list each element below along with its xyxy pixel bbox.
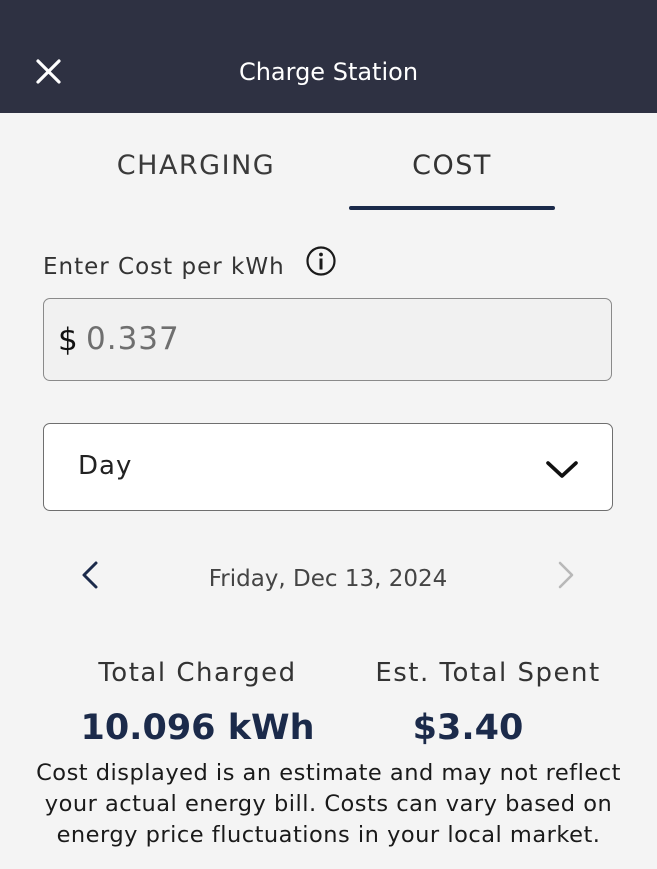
previous-date-button[interactable] xyxy=(76,555,106,595)
tab-cost[interactable]: COST xyxy=(350,146,554,186)
period-dropdown[interactable]: Day xyxy=(43,423,613,511)
cost-disclaimer: Cost displayed is an estimate and may no… xyxy=(20,758,637,851)
chevron-right-icon xyxy=(558,561,574,589)
disclaimer-line-2: your actual energy bill. Costs can vary … xyxy=(44,791,613,817)
currency-symbol: $ xyxy=(58,322,78,358)
period-selected-value: Day xyxy=(78,451,133,481)
active-tab-indicator xyxy=(349,206,555,210)
cost-per-kwh-field[interactable]: $ xyxy=(43,298,612,381)
total-charged-label: Total Charged xyxy=(98,658,297,688)
chevron-down-icon xyxy=(546,461,578,478)
disclaimer-line-1: Cost displayed is an estimate and may no… xyxy=(36,760,621,786)
app-header: Charge Station xyxy=(0,0,657,113)
chevron-left-icon xyxy=(82,561,98,589)
cost-per-kwh-label: Enter Cost per kWh xyxy=(43,254,285,280)
page-title: Charge Station xyxy=(238,58,419,86)
selected-date: Friday, Dec 13, 2024 xyxy=(208,566,448,592)
info-icon[interactable] xyxy=(305,245,337,277)
cost-per-kwh-input[interactable] xyxy=(86,317,486,361)
disclaimer-line-3: energy price fluctuations in your local … xyxy=(56,822,601,848)
next-date-button[interactable] xyxy=(550,555,580,595)
tab-charging[interactable]: CHARGING xyxy=(96,146,296,186)
est-total-spent-value: $3.40 xyxy=(412,708,524,748)
total-charged-value: 10.096 kWh xyxy=(80,708,315,748)
est-total-spent-label: Est. Total Spent xyxy=(375,658,601,688)
